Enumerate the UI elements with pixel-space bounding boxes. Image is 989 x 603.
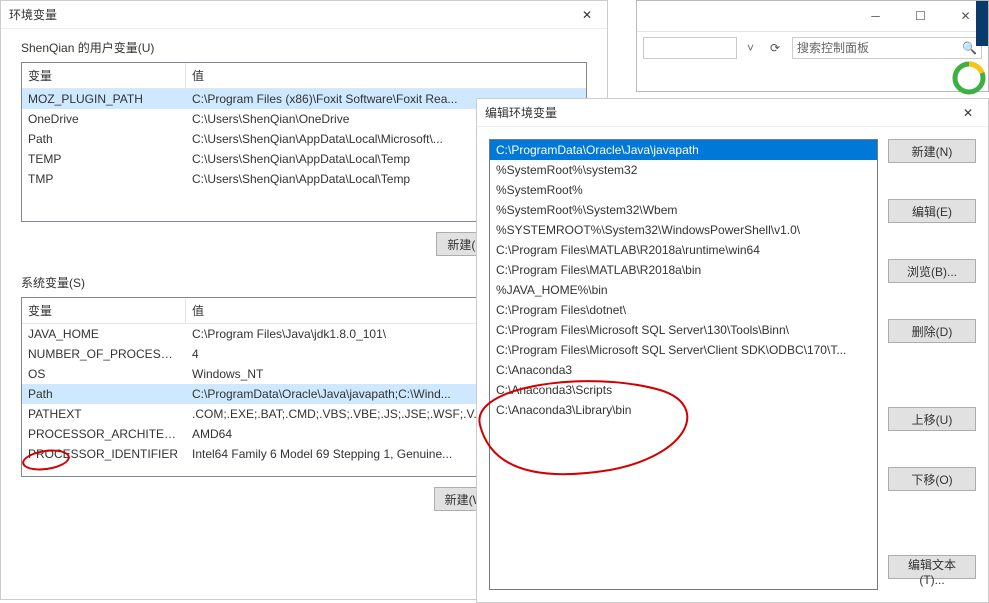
search-placeholder: 搜索控制面板 [797,39,869,56]
side-buttons: 新建(N) 编辑(E) 浏览(B)... 删除(D) 上移(U) 下移(O) 编… [888,139,976,590]
new-button[interactable]: 新建(N) [888,139,976,163]
list-item[interactable]: C:\Program Files\dotnet\ [490,300,877,320]
delete-button[interactable]: 删除(D) [888,319,976,343]
address-bar[interactable] [643,37,737,59]
list-item[interactable]: C:\ProgramData\Oracle\Java\javapath [490,140,877,160]
titlebar: 编辑环境变量 ✕ [477,99,988,127]
close-icon[interactable]: ✕ [567,1,607,29]
browse-button[interactable]: 浏览(B)... [888,259,976,283]
move-up-button[interactable]: 上移(U) [888,407,976,431]
list-item[interactable]: %SystemRoot%\system32 [490,160,877,180]
var-name: PROCESSOR_ARCHITECT... [22,424,186,444]
list-item[interactable]: C:\Program Files\MATLAB\R2018a\bin [490,260,877,280]
list-item[interactable]: %SystemRoot% [490,180,877,200]
window-controls: ─ ☐ ✕ [637,1,988,31]
toolbar: ˅ ⟳ 搜索控制面板 🔍 [637,31,988,63]
list-item[interactable]: C:\Anaconda3\Library\bin [490,400,877,420]
list-item[interactable]: %SystemRoot%\System32\Wbem [490,200,877,220]
refresh-icon[interactable]: ⟳ [764,37,786,59]
var-name: TMP [22,169,186,189]
table-header: 变量 值 [22,63,586,89]
var-name: TEMP [22,149,186,169]
list-item[interactable]: C:\Anaconda3\Scripts [490,380,877,400]
edit-env-window: 编辑环境变量 ✕ C:\ProgramData\Oracle\Java\java… [476,98,989,603]
titlebar: 环境变量 ✕ [1,1,607,29]
var-name: PROCESSOR_IDENTIFIER [22,444,186,464]
list-item[interactable]: C:\Program Files\MATLAB\R2018a\runtime\w… [490,240,877,260]
background-window: ─ ☐ ✕ ˅ ⟳ 搜索控制面板 🔍 [636,0,989,92]
var-name: NUMBER_OF_PROCESSORS [22,344,186,364]
dropdown-icon[interactable]: ˅ [743,41,758,55]
list-item[interactable]: C:\Anaconda3 [490,360,877,380]
blue-edge [976,1,988,46]
user-vars-label: ShenQian 的用户变量(U) [21,39,599,56]
col-value[interactable]: 值 [186,63,586,88]
window-title: 编辑环境变量 [485,104,557,121]
close-icon[interactable]: ✕ [948,99,988,127]
maximize-button[interactable]: ☐ [898,2,943,30]
browser-icon[interactable] [950,55,988,100]
search-icon: 🔍 [962,41,977,55]
minimize-button[interactable]: ─ [853,2,898,30]
var-name: JAVA_HOME [22,324,186,344]
var-name: MOZ_PLUGIN_PATH [22,89,186,109]
col-variable[interactable]: 变量 [22,298,186,323]
var-name: OneDrive [22,109,186,129]
list-item[interactable]: %JAVA_HOME%\bin [490,280,877,300]
edit-button[interactable]: 编辑(E) [888,199,976,223]
window-title: 环境变量 [9,6,57,23]
list-item[interactable]: C:\Program Files\Microsoft SQL Server\Cl… [490,340,877,360]
col-variable[interactable]: 变量 [22,63,186,88]
list-item[interactable]: C:\Program Files\Microsoft SQL Server\13… [490,320,877,340]
list-item[interactable]: %SYSTEMROOT%\System32\WindowsPowerShell\… [490,220,877,240]
path-list[interactable]: C:\ProgramData\Oracle\Java\javapath%Syst… [489,139,878,590]
var-name: OS [22,364,186,384]
var-name: Path [22,384,186,404]
var-name: PATHEXT [22,404,186,424]
edit-text-button[interactable]: 编辑文本(T)... [888,555,976,579]
edit-body: C:\ProgramData\Oracle\Java\javapath%Syst… [477,127,988,602]
var-name: Path [22,129,186,149]
move-down-button[interactable]: 下移(O) [888,467,976,491]
